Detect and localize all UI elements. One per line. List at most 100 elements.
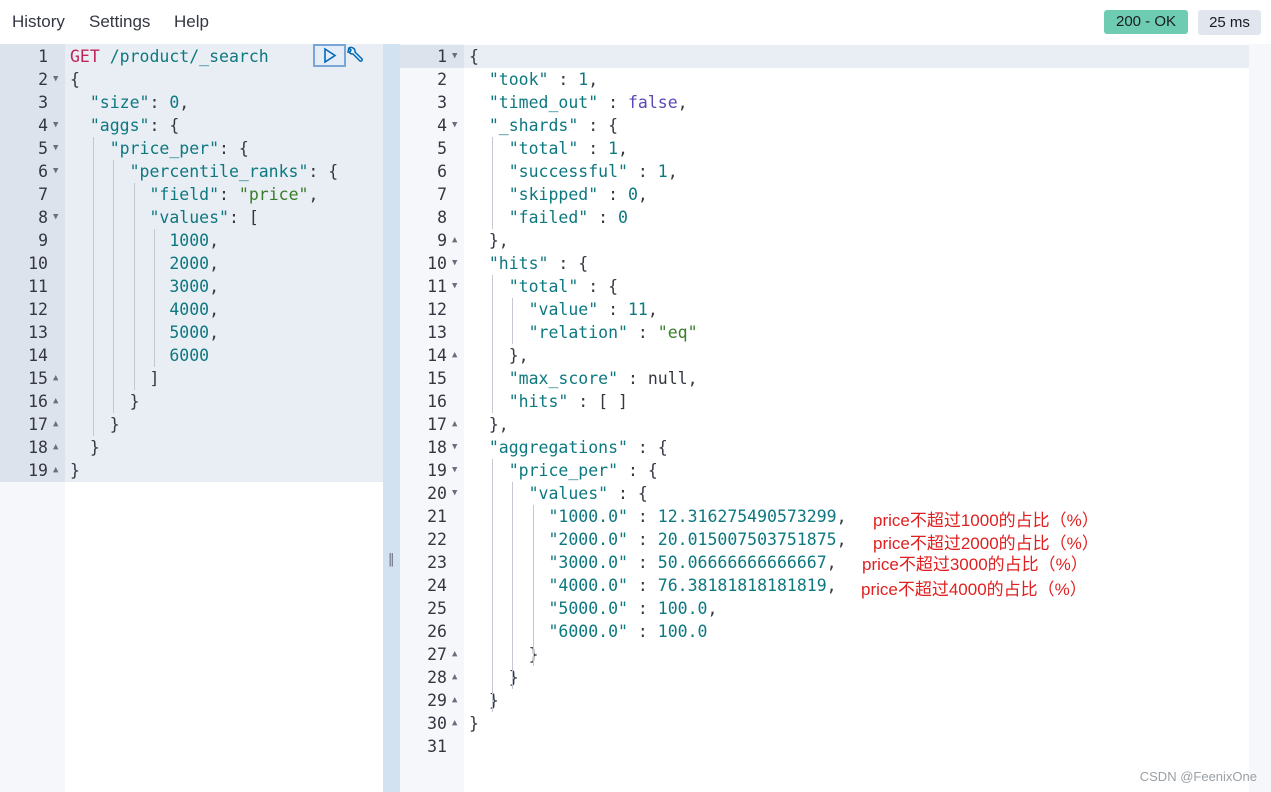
line-number: 24: [427, 576, 447, 595]
code-line: ]: [70, 369, 160, 388]
fold-close-icon[interactable]: ▲: [53, 396, 58, 406]
line-number: 8: [38, 208, 48, 227]
line-number: 11: [427, 277, 447, 296]
line-number: 17: [427, 415, 447, 434]
code-line: }: [469, 714, 479, 733]
code-line: "field": "price",: [149, 185, 319, 204]
fold-open-icon[interactable]: ▼: [452, 281, 457, 291]
run-button[interactable]: [313, 44, 346, 67]
code-line: },: [469, 415, 509, 434]
fold-open-icon[interactable]: ▼: [452, 488, 457, 498]
fold-close-icon[interactable]: ▲: [452, 649, 457, 659]
line-number: 18: [28, 438, 48, 457]
line-number: 13: [28, 323, 48, 342]
fold-close-icon[interactable]: ▲: [452, 718, 457, 728]
indent-guide: [133, 183, 135, 390]
fold-open-icon[interactable]: ▼: [452, 465, 457, 475]
code-line: }: [70, 438, 100, 457]
code-line: }: [469, 645, 539, 664]
code-line: "2000.0" : 20.015007503751875,: [548, 530, 847, 549]
wrench-icon: [347, 46, 363, 62]
line-number: 1: [38, 47, 48, 66]
fold-close-icon[interactable]: ▲: [452, 672, 457, 682]
fold-open-icon[interactable]: ▼: [452, 120, 457, 130]
code-line: "price_per": {: [109, 139, 249, 158]
code-line: "relation" : "eq": [528, 323, 698, 342]
response-active-line: [464, 45, 1249, 68]
fold-close-icon[interactable]: ▲: [53, 465, 58, 475]
line-number: 16: [427, 392, 447, 411]
fold-close-icon[interactable]: ▲: [452, 695, 457, 705]
code-line: "hits" : {: [488, 254, 589, 273]
top-toolbar: History Settings Help 200 - OK 25 ms: [0, 0, 1271, 44]
line-number: 5: [437, 139, 447, 158]
line-number: 16: [28, 392, 48, 411]
line-number: 12: [427, 300, 447, 319]
code-line: 6000: [169, 346, 210, 365]
line-number: 9: [437, 231, 447, 250]
fold-open-icon[interactable]: ▼: [53, 166, 58, 176]
fold-open-icon[interactable]: ▼: [452, 258, 457, 268]
code-line: "max_score" : null,: [508, 369, 698, 388]
response-scrollbar[interactable]: [1249, 44, 1271, 792]
line-number: 30: [427, 714, 447, 733]
request-editor[interactable]: 1 2 ▼{3 "size": 0, 4 ▼ "aggs": {5 ▼ "price_pe…: [0, 44, 383, 792]
line-number: 20: [427, 484, 447, 503]
play-icon: [324, 47, 337, 64]
indent-guide: [532, 505, 534, 666]
fold-close-icon[interactable]: ▲: [53, 373, 58, 383]
fold-close-icon[interactable]: ▲: [452, 350, 457, 360]
line-number: 1: [437, 47, 447, 66]
fold-open-icon[interactable]: ▼: [53, 143, 58, 153]
fold-close-icon[interactable]: ▲: [53, 442, 58, 452]
fold-open-icon[interactable]: ▼: [452, 51, 457, 61]
line-number: 7: [38, 185, 48, 204]
line-number: 8: [437, 208, 447, 227]
line-number: 26: [427, 622, 447, 641]
menu-history[interactable]: History: [12, 12, 65, 32]
line-number: 3: [437, 93, 447, 112]
response-time-badge: 25 ms: [1198, 10, 1261, 35]
menu-help[interactable]: Help: [174, 12, 209, 32]
fold-close-icon[interactable]: ▲: [53, 419, 58, 429]
resize-handle-icon[interactable]: ‖: [388, 552, 395, 567]
line-number: 15: [28, 369, 48, 388]
line-number: 19: [427, 461, 447, 480]
pane-divider[interactable]: [383, 44, 400, 792]
fold-close-icon[interactable]: ▲: [452, 419, 457, 429]
line-number: 17: [28, 415, 48, 434]
request-settings-button[interactable]: [345, 46, 365, 70]
line-number: 14: [427, 346, 447, 365]
menu-settings[interactable]: Settings: [89, 12, 150, 32]
line-number: 13: [427, 323, 447, 342]
fold-close-icon[interactable]: ▲: [452, 235, 457, 245]
line-number: 15: [427, 369, 447, 388]
code-line: "3000.0" : 50.06666666666667,: [548, 553, 837, 572]
line-number: 19: [28, 461, 48, 480]
line-number: 4: [38, 116, 48, 135]
fold-open-icon[interactable]: ▼: [53, 212, 58, 222]
line-number: 31: [427, 737, 447, 756]
request-method: GET: [70, 47, 100, 66]
code-line: "aggregations" : {: [488, 438, 668, 457]
indent-guide: [512, 482, 514, 689]
code-line: },: [469, 231, 509, 250]
line-number: 2: [437, 70, 447, 89]
fold-open-icon[interactable]: ▼: [53, 74, 58, 84]
line-number: 27: [427, 645, 447, 664]
indent-guide: [491, 137, 493, 229]
line-number: 4: [437, 116, 447, 135]
line-number: 9: [38, 231, 48, 250]
code-line: "timed_out" : false,: [488, 93, 688, 112]
code-line: }: [70, 415, 120, 434]
fold-open-icon[interactable]: ▼: [53, 120, 58, 130]
line-number: 18: [427, 438, 447, 457]
code-line: "5000.0" : 100.0,: [548, 599, 718, 618]
status-badge: 200 - OK: [1104, 10, 1188, 34]
code-line: "value" : 11,: [528, 300, 658, 319]
code-line: "price_per" : {: [508, 461, 658, 480]
fold-open-icon[interactable]: ▼: [452, 442, 457, 452]
line-number: 5: [38, 139, 48, 158]
code-line: "values": [: [149, 208, 259, 227]
code-line: "failed" : 0: [508, 208, 628, 227]
